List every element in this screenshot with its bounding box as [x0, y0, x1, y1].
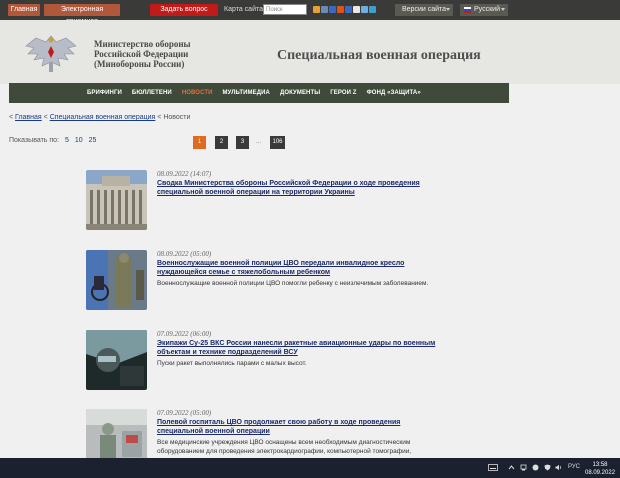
nav-item-4[interactable]: МУЛЬТИМЕДИА [223, 90, 270, 96]
top-utility-bar: Главная Электронная приемная Задать вопр… [0, 0, 620, 25]
language-dropdown[interactable]: Русский [460, 4, 508, 16]
news-title-link[interactable]: Сводка Министерства обороны Российской Ф… [157, 179, 437, 197]
mic-icon[interactable] [532, 464, 539, 471]
nav-item-7[interactable]: ФОНД «ЗАЩИТА» [367, 90, 421, 96]
volume-icon[interactable] [555, 464, 562, 471]
per-page-5[interactable]: 5 [65, 137, 69, 144]
page-2-button[interactable]: 2 [215, 136, 228, 149]
breadcrumb: < Главная < Специальная военная операция… [9, 114, 190, 121]
news-title-link[interactable]: Военнослужащие военной полиции ЦВО перед… [157, 259, 437, 277]
news-date: 07.09.2022 (05:00) [157, 409, 212, 417]
ok-icon[interactable] [345, 6, 352, 13]
chevron-up-icon[interactable] [508, 464, 515, 471]
twitter-icon[interactable] [361, 6, 368, 13]
news-description: Военнослужащие военной полиции ЦВО помог… [157, 280, 429, 287]
yandex-icon[interactable] [337, 6, 344, 13]
mailru-icon[interactable] [353, 6, 360, 13]
news-photo-pilot[interactable] [86, 330, 147, 390]
rss-icon[interactable] [313, 6, 320, 13]
per-page-label: Показывать по: [9, 137, 60, 144]
ministry-name-line3: (Минобороны России) [94, 59, 185, 69]
nav-item-5[interactable]: ДОКУМЕНТЫ [280, 90, 320, 96]
last-page-button[interactable]: 106 [270, 136, 285, 149]
nav-item-1[interactable]: БРИФИНГИ [87, 90, 122, 96]
network-icon[interactable] [520, 464, 527, 471]
lj-icon[interactable] [321, 6, 328, 13]
input-language[interactable]: РУС [568, 464, 580, 470]
ministry-name: Министерство обороны Российской Федераци… [94, 39, 191, 69]
keyboard-icon[interactable] [488, 464, 498, 471]
breadcrumb-current: Новости [163, 114, 191, 121]
windows-taskbar: РУС 13:58 08.09.2022 [0, 458, 620, 478]
shield-icon[interactable] [544, 464, 551, 471]
news-date: 08.09.2022 (05:00) [157, 250, 212, 258]
nav-item-3[interactable]: НОВОСТИ [182, 90, 213, 96]
per-page-10[interactable]: 10 [75, 137, 83, 144]
russia-flag-icon [464, 7, 471, 13]
language-label: Русский [474, 6, 500, 13]
search-input[interactable]: Поиск [263, 4, 307, 15]
page-1-button[interactable]: 1 [193, 136, 206, 149]
per-page-selector: Показывать по: 5 10 25 [9, 137, 96, 144]
vk-icon[interactable] [329, 6, 336, 13]
site-versions-dropdown[interactable]: Версии сайта [395, 4, 453, 16]
browser-page: Главная Электронная приемная Задать вопр… [0, 0, 620, 469]
news-description: Все медицинские учреждения ЦВО оснащены … [157, 439, 412, 455]
clock-date: 08.09.2022 [585, 470, 616, 476]
breadcrumb-section[interactable]: Специальная военная операция [50, 114, 156, 121]
system-clock[interactable]: 13:58 08.09.2022 [585, 461, 615, 477]
telegram-icon[interactable] [369, 6, 376, 13]
nav-item-6[interactable]: ГЕРОИ Z [330, 90, 356, 96]
page-3-button[interactable]: 3 [236, 136, 249, 149]
news-title-link[interactable]: Полевой госпиталь ЦВО продолжает свою ра… [157, 418, 437, 436]
project-title: Специальная военная операция [277, 48, 481, 63]
news-date: 08.09.2022 (14:07) [157, 170, 212, 178]
pagination-ellipsis: ... [256, 139, 262, 145]
main-nav: БРИФИНГИ БЮЛЛЕТЕНИ НОВОСТИ МУЛЬТИМЕДИА ДОКУМ… [9, 83, 509, 103]
social-icons [313, 6, 376, 13]
chevron-down-icon [446, 8, 450, 11]
ministry-name-line1: Министерство обороны [94, 39, 191, 49]
clock-time: 13:58 [592, 462, 608, 468]
ask-question-button[interactable]: Задать вопрос [150, 4, 218, 16]
news-date: 07.09.2022 (06:00) [157, 330, 212, 338]
breadcrumb-arrow: < [41, 114, 50, 121]
eagle-emblem-icon[interactable] [22, 32, 80, 76]
news-title-link[interactable]: Экипажи Су-25 ВКС России нанесли ракетны… [157, 339, 437, 357]
home-button[interactable]: Главная [8, 4, 40, 16]
ministry-name-line2: Российской Федерации [94, 49, 189, 59]
e-reception-button[interactable]: Электронная приемная [44, 4, 120, 25]
nav-item-2[interactable]: БЮЛЛЕТЕНИ [132, 90, 172, 96]
sitemap-link[interactable]: Карта сайта [224, 4, 263, 16]
news-photo-ministry-building[interactable] [86, 170, 147, 230]
site-header: Министерство обороны Российской Федераци… [0, 20, 620, 84]
per-page-25[interactable]: 25 [89, 137, 97, 144]
news-description: Пуски ракет выполнялись парами с малых в… [157, 360, 307, 367]
breadcrumb-home[interactable]: Главная [15, 114, 42, 121]
news-photo-wheelchair[interactable] [86, 250, 147, 310]
chevron-down-icon [501, 8, 505, 11]
site-versions-label: Версии сайта [402, 6, 447, 13]
